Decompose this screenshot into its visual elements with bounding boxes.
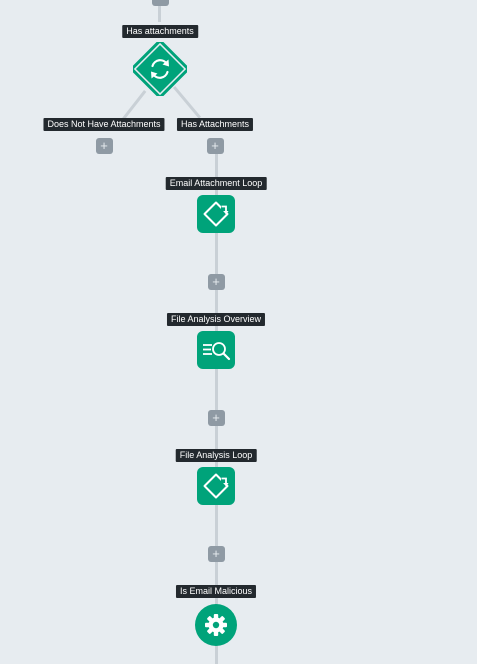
step-label-is-email-malicious: Is Email Malicious — [175, 585, 257, 598]
add-step-button-has-attachments[interactable]: + — [206, 138, 224, 154]
step-node-file-analysis-overview[interactable] — [197, 331, 235, 369]
decision-node[interactable] — [129, 38, 191, 100]
loop-icon — [203, 201, 229, 227]
add-step-button-no-attachments[interactable]: + — [95, 138, 113, 154]
step-label-file-analysis-overview: File Analysis Overview — [166, 313, 266, 326]
step-label-email-attachment-loop: Email Attachment Loop — [165, 177, 267, 190]
step-node-email-attachment-loop[interactable] — [197, 195, 235, 233]
add-step-button-2[interactable]: + — [207, 410, 225, 426]
step-node-file-analysis-loop[interactable] — [197, 467, 235, 505]
loop-icon — [203, 473, 229, 499]
refresh-icon — [151, 59, 169, 79]
add-step-button-1[interactable]: + — [207, 274, 225, 290]
step-node-is-email-malicious[interactable] — [195, 604, 237, 646]
decision-label: Has attachments — [122, 25, 198, 38]
add-step-button-3[interactable]: + — [207, 546, 225, 562]
gear-icon — [205, 614, 227, 636]
branch-label-no-attachments: Does Not Have Attachments — [43, 118, 165, 131]
search-list-icon — [203, 342, 231, 361]
workflow-canvas[interactable]: Has attachments Does Not Have Attachment… — [0, 0, 477, 664]
step-label-file-analysis-loop: File Analysis Loop — [175, 449, 257, 462]
add-step-button-top[interactable] — [151, 0, 169, 6]
branch-label-has-attachments: Has Attachments — [176, 118, 254, 131]
